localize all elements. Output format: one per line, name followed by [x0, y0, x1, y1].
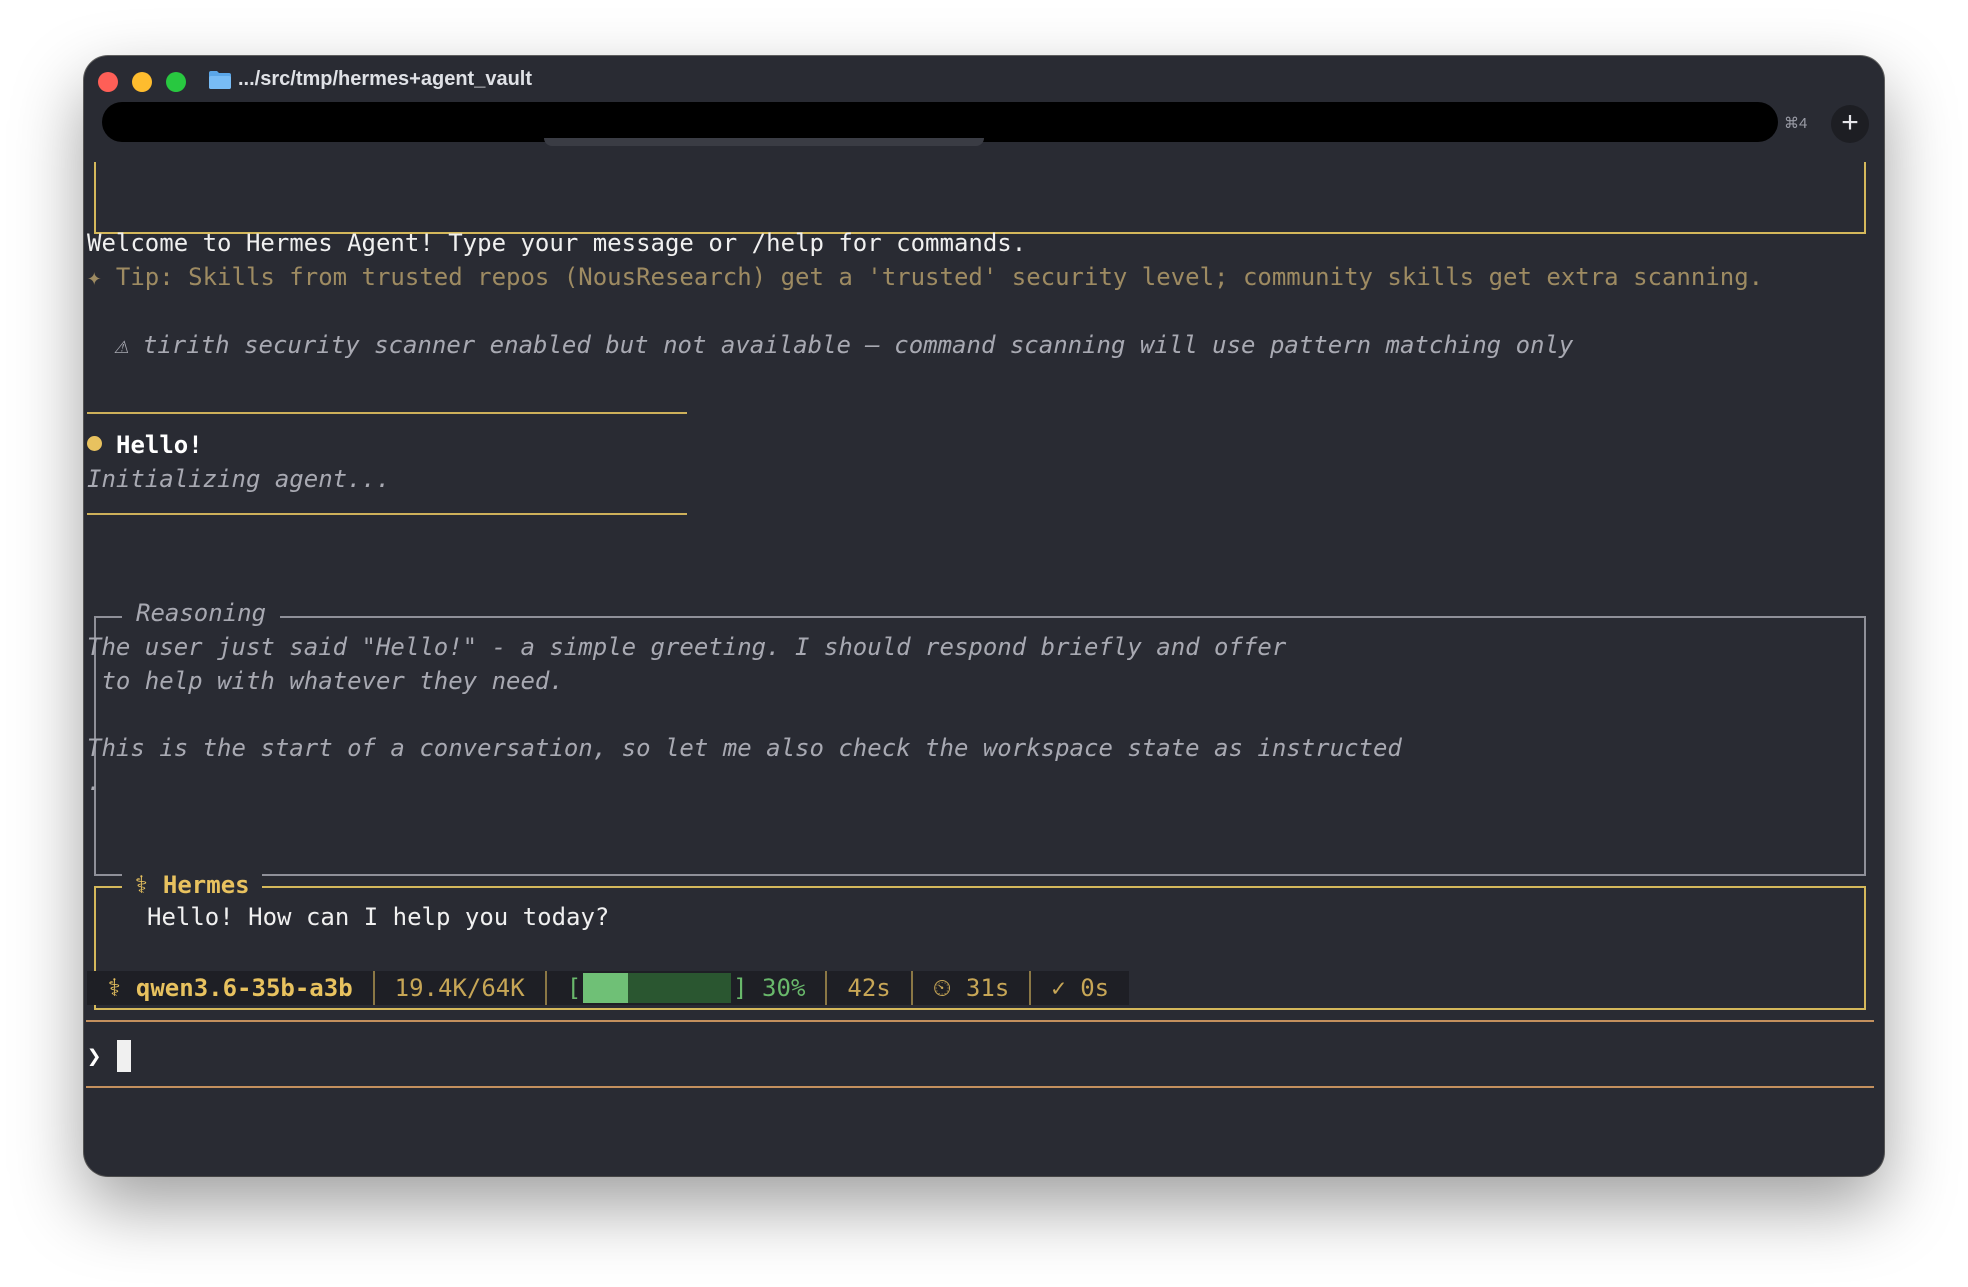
- response-label: ⚕ Hermes: [122, 870, 262, 900]
- context-percent: 30%: [762, 974, 806, 1002]
- input-bottom-rule: [86, 1086, 1874, 1088]
- timer-value: ⏲ 31s: [913, 971, 1032, 1005]
- input-top-rule: [86, 1020, 1874, 1022]
- reasoning-line: The user just said "Hello!" - a simple g…: [87, 633, 1287, 661]
- input-cursor[interactable]: [117, 1040, 131, 1072]
- tip-message: ✦ Tip: Skills from trusted repos (NousRe…: [87, 263, 1764, 291]
- user-message: Hello!: [87, 430, 203, 460]
- progress-bracket-close: ]: [733, 974, 748, 1002]
- user-message-text: Hello!: [116, 431, 203, 459]
- elapsed-time: 42s: [827, 971, 913, 1005]
- user-bullet-icon: [87, 436, 102, 451]
- response-text: Hello! How can I help you today?: [147, 903, 610, 931]
- reasoning-line: This is the start of a conversation, so …: [87, 734, 1402, 762]
- security-warning: ⚠ tirith security scanner enabled but no…: [114, 331, 1574, 359]
- banner-box-bottom: [94, 162, 1866, 234]
- status-bar: ⚕ qwen3.6-35b-a3b 19.4K/64K [] 30% 42s ⏲…: [87, 971, 1130, 1005]
- terminal-window: .../src/tmp/hermes+agent_vault ⌘4 + Welc…: [84, 56, 1884, 1176]
- token-usage: 19.4K/64K: [375, 971, 547, 1005]
- welcome-message: Welcome to Hermes Agent! Type your messa…: [87, 229, 1027, 257]
- context-progress: [] 30%: [547, 971, 828, 1005]
- context-progress-fill: [583, 973, 628, 1003]
- reasoning-line: .: [87, 768, 102, 796]
- context-progress-bar: [583, 973, 732, 1003]
- reasoning-label: Reasoning: [122, 598, 281, 628]
- reasoning-line: to help with whatever they need.: [87, 667, 564, 695]
- progress-bracket-open: [: [566, 974, 582, 1002]
- user-message-bottom-rule: [87, 513, 687, 515]
- user-message-top-rule: [87, 412, 687, 414]
- model-name: ⚕ qwen3.6-35b-a3b: [87, 971, 375, 1005]
- agent-init-status: Initializing agent...: [87, 465, 391, 493]
- prompt-icon: ❯: [87, 1042, 102, 1070]
- terminal-content: Welcome to Hermes Agent! Type your messa…: [84, 56, 1884, 1176]
- last-tool-time: ✓ 0s: [1051, 974, 1110, 1002]
